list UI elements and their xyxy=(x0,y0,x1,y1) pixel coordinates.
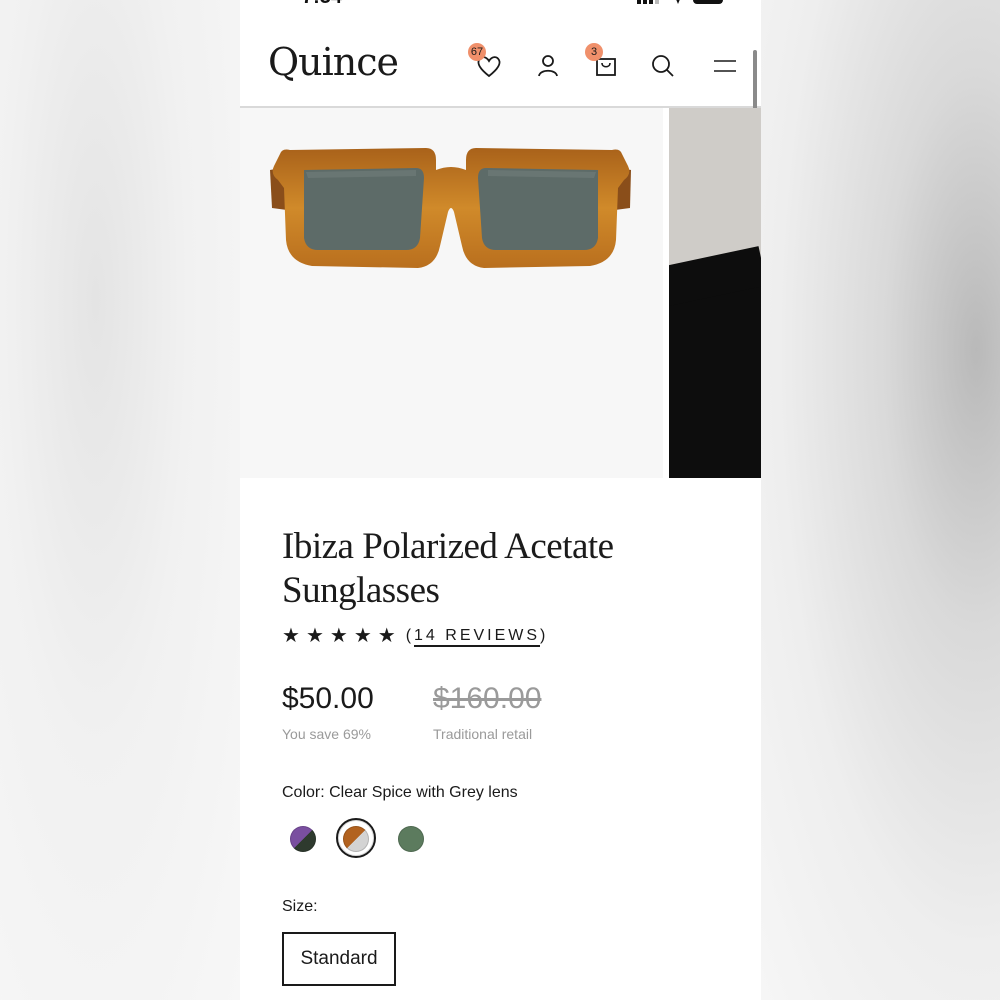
signal-icon xyxy=(637,0,663,4)
star-icon: ★ xyxy=(353,625,372,647)
color-swatches xyxy=(282,818,482,860)
product-title-line2: Sunglasses xyxy=(282,570,440,611)
product-image-main[interactable] xyxy=(240,108,663,478)
product-title: Ibiza Polarized Acetate Sunglasses xyxy=(282,525,722,613)
phone-screen: 7:34 Quince 67 3 xyxy=(240,0,761,1000)
sunglasses-image xyxy=(270,148,631,268)
swatch-purple-black[interactable] xyxy=(290,826,316,852)
quince-logo[interactable]: Quince xyxy=(268,40,399,84)
account-button[interactable] xyxy=(533,51,563,81)
retail-label: Traditional retail xyxy=(433,726,533,742)
product-image-gallery[interactable] xyxy=(240,108,761,478)
model-photo-partial xyxy=(669,286,761,478)
search-icon xyxy=(652,55,674,77)
color-label: Color: Clear Spice with Grey lens xyxy=(282,784,518,801)
swatch-green[interactable] xyxy=(398,826,424,852)
retail-price: $160.00 xyxy=(433,682,542,715)
status-time: 7:34 xyxy=(302,0,342,9)
cart-button[interactable]: 3 xyxy=(585,43,621,81)
product-title-line1: Ibiza Polarized Acetate xyxy=(282,526,614,567)
star-icon: ★ xyxy=(329,625,348,647)
star-icon: ★ xyxy=(377,625,396,647)
background-left xyxy=(0,0,240,1000)
status-icons xyxy=(637,0,723,4)
site-header: Quince 67 3 xyxy=(240,24,761,108)
hamburger-menu-icon xyxy=(714,60,736,72)
size-label: Size: xyxy=(282,898,318,915)
rating-stars: ★ ★ ★ ★ ★ xyxy=(282,624,396,648)
savings-text: You save 69% xyxy=(282,726,371,742)
star-icon: ★ xyxy=(305,625,324,647)
product-rating: ★ ★ ★ ★ ★ (14 REVIEWS) xyxy=(282,624,548,648)
wishlist-button[interactable]: 67 xyxy=(468,43,504,81)
swatch-clear-spice-grey[interactable] xyxy=(343,826,369,852)
wifi-icon xyxy=(673,0,683,4)
search-button[interactable] xyxy=(648,51,678,81)
background-right xyxy=(761,0,1000,1000)
battery-icon xyxy=(693,0,723,4)
user-icon xyxy=(538,55,558,77)
size-standard-button[interactable]: Standard xyxy=(282,932,396,986)
wishlist-count-badge: 67 xyxy=(468,43,486,61)
product-image-next[interactable] xyxy=(669,108,761,478)
cart-count-badge: 3 xyxy=(585,43,603,61)
reviews-link[interactable]: 14 REVIEWS xyxy=(414,627,541,647)
sale-price: $50.00 xyxy=(282,682,374,715)
menu-button[interactable] xyxy=(710,51,740,81)
star-icon: ★ xyxy=(282,625,300,647)
reviews-count: (14 REVIEWS) xyxy=(406,624,549,648)
